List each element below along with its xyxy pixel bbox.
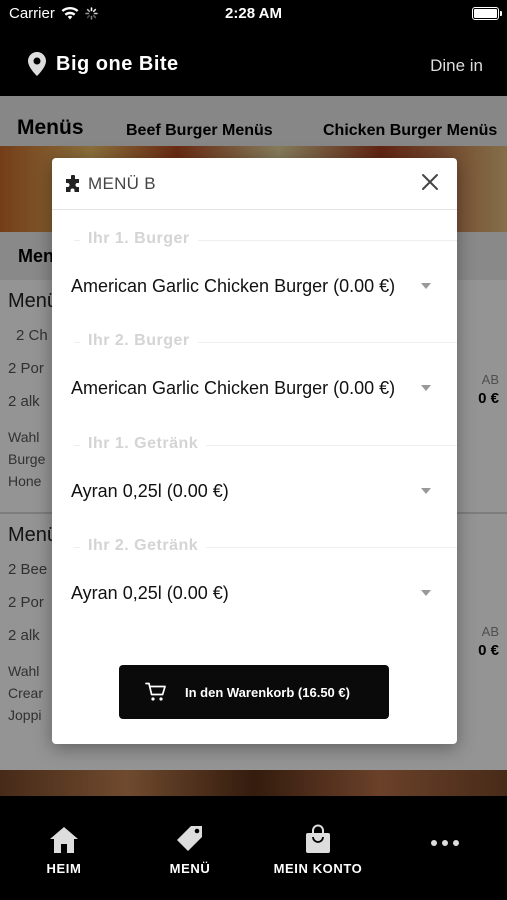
nav-account-label: MEIN KONTO bbox=[273, 861, 363, 876]
chevron-down-icon bbox=[421, 590, 431, 596]
dialog-title-text: MENÜ B bbox=[88, 174, 156, 193]
menu-options-dialog: MENÜ B Ihr 1. Burger American Garlic Chi… bbox=[52, 158, 457, 744]
option-group-label: Ihr 2. Getränk bbox=[80, 537, 207, 555]
chevron-down-icon bbox=[421, 283, 431, 289]
location-selector[interactable]: Big one Bite bbox=[28, 52, 179, 76]
chevron-down-icon bbox=[421, 385, 431, 391]
select-value: American Garlic Chicken Burger (0.00 €) bbox=[71, 275, 396, 296]
dialog-header: MENÜ B bbox=[52, 158, 457, 210]
option-group-label: Ihr 1. Getränk bbox=[80, 435, 207, 453]
option-group-drink-1: Ihr 1. Getränk Ayran 0,25l (0.00 €) bbox=[52, 433, 457, 511]
nav-more[interactable] bbox=[420, 834, 470, 852]
drink-2-select[interactable]: Ayran 0,25l (0.00 €) bbox=[52, 573, 457, 613]
select-value: American Garlic Chicken Burger (0.00 €) bbox=[71, 377, 396, 398]
more-dots-icon bbox=[431, 840, 459, 846]
burger-2-select[interactable]: American Garlic Chicken Burger (0.00 €) bbox=[52, 368, 457, 408]
option-group-legend: Ihr 2. Burger bbox=[52, 330, 457, 354]
option-group-burger-1: Ihr 1. Burger American Garlic Chicken Bu… bbox=[52, 228, 457, 306]
select-value: Ayran 0,25l (0.00 €) bbox=[71, 582, 229, 603]
add-to-cart-button[interactable]: In den Warenkorb (16.50 €) bbox=[119, 665, 389, 719]
restaurant-name: Big one Bite bbox=[56, 52, 179, 75]
home-icon bbox=[50, 827, 78, 853]
burger-1-select[interactable]: American Garlic Chicken Burger (0.00 €) bbox=[52, 266, 457, 306]
drink-1-select[interactable]: Ayran 0,25l (0.00 €) bbox=[52, 471, 457, 511]
option-group-legend: Ihr 1. Getränk bbox=[52, 433, 457, 457]
shopping-bag-icon bbox=[306, 824, 330, 853]
nav-menu[interactable]: MENÜ bbox=[160, 824, 220, 876]
option-group-label: Ihr 2. Burger bbox=[80, 332, 198, 350]
nav-account[interactable]: MEIN KONTO bbox=[264, 824, 372, 876]
add-to-cart-label: In den Warenkorb (16.50 €) bbox=[185, 684, 350, 700]
nav-home[interactable]: HEIM bbox=[36, 824, 92, 876]
clock: 2:28 AM bbox=[225, 5, 282, 22]
option-group-legend: Ihr 2. Getränk bbox=[52, 535, 457, 559]
chevron-down-icon bbox=[421, 488, 431, 494]
battery-icon bbox=[472, 7, 502, 20]
location-pin-icon bbox=[28, 52, 46, 76]
tag-icon bbox=[177, 826, 202, 851]
option-group-burger-2: Ihr 2. Burger American Garlic Chicken Bu… bbox=[52, 330, 457, 408]
status-bar: Carrier 2:28 AM bbox=[0, 0, 507, 28]
puzzle-icon bbox=[66, 175, 79, 192]
option-group-drink-2: Ihr 2. Getränk Ayran 0,25l (0.00 €) bbox=[52, 535, 457, 613]
close-icon[interactable] bbox=[417, 169, 443, 195]
app-header: Big one Bite Dine in bbox=[0, 28, 507, 96]
option-group-label: Ihr 1. Burger bbox=[80, 230, 198, 248]
select-value: Ayran 0,25l (0.00 €) bbox=[71, 480, 229, 501]
option-group-legend: Ihr 1. Burger bbox=[52, 228, 457, 252]
nav-menu-label: MENÜ bbox=[169, 861, 211, 876]
cart-icon bbox=[145, 682, 167, 702]
bottom-navigation: HEIM MENÜ MEIN KONTO bbox=[0, 796, 507, 900]
dine-mode-button[interactable]: Dine in bbox=[430, 56, 483, 76]
nav-home-label: HEIM bbox=[46, 861, 82, 876]
dialog-title: MENÜ B bbox=[64, 174, 156, 194]
